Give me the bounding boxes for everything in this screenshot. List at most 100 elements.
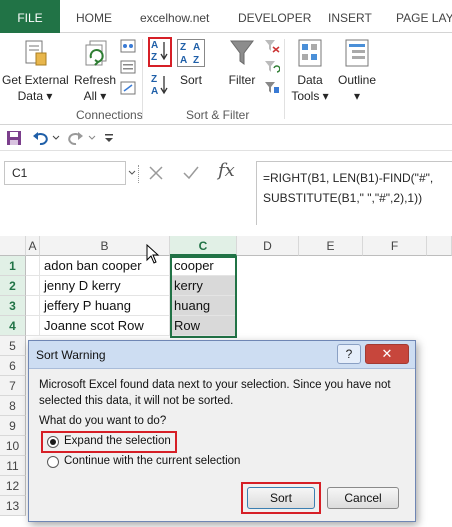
- cell-b2[interactable]: jenny D kerry: [40, 276, 170, 296]
- quick-access-toolbar: [0, 125, 452, 151]
- column-header-d[interactable]: D: [237, 236, 299, 256]
- formula-bar: C1 fx =RIGHT(B1, LEN(B1)-FIND("#", SUBST…: [0, 151, 452, 231]
- tab-file[interactable]: FILE: [0, 0, 60, 33]
- radio-continue[interactable]: [47, 456, 59, 468]
- sort-warning-dialog: Sort Warning ? ✕ Microsoft Excel found d…: [28, 340, 416, 522]
- cell-a1[interactable]: [26, 256, 40, 276]
- radio-selected-dot: [50, 439, 56, 445]
- advanced-filter-icon[interactable]: [264, 81, 280, 95]
- data-tools-label-1: Data: [297, 73, 323, 87]
- tab-excelhow[interactable]: excelhow.net: [140, 0, 209, 33]
- row-header-11[interactable]: 11: [0, 456, 26, 476]
- row-header-12[interactable]: 12: [0, 476, 26, 496]
- tab-home[interactable]: HOME: [76, 0, 112, 33]
- data-tools-label-2: Tools ▾: [291, 89, 329, 103]
- dialog-question: What do you want to do?: [39, 415, 167, 427]
- row-header-4[interactable]: 4: [0, 316, 26, 336]
- data-tools-button[interactable]: Data Tools ▾: [290, 37, 330, 105]
- sort-grid-letter: A: [180, 55, 188, 66]
- outline-button[interactable]: Outline ▾: [334, 37, 380, 105]
- dialog-title: Sort Warning: [36, 348, 106, 362]
- outline-icon: [345, 39, 369, 67]
- dialog-title-bar[interactable]: Sort Warning ? ✕: [29, 341, 415, 369]
- sort-ascending-button[interactable]: A Z: [150, 39, 170, 63]
- connections-group-label: Connections: [76, 108, 143, 122]
- customize-qat-icon[interactable]: [104, 132, 114, 144]
- cell-b4[interactable]: Joanne scot Row: [40, 316, 170, 336]
- formula-bar-grip[interactable]: [138, 165, 140, 183]
- option-continue-label: Continue with the current selection: [64, 455, 241, 467]
- cell-c2[interactable]: kerry: [170, 276, 237, 296]
- outline-label-2: ▾: [353, 89, 361, 103]
- row-header-6[interactable]: 6: [0, 356, 26, 376]
- properties-icon[interactable]: [120, 60, 136, 74]
- row-header-2[interactable]: 2: [0, 276, 26, 296]
- insert-function-icon[interactable]: fx: [218, 160, 235, 181]
- help-button[interactable]: ?: [337, 344, 361, 364]
- cell-a3[interactable]: [26, 296, 40, 316]
- sort-button[interactable]: Sort: [247, 487, 315, 509]
- filter-button[interactable]: Filter: [224, 37, 260, 105]
- name-box-dropdown-icon[interactable]: [128, 170, 136, 176]
- cancel-icon[interactable]: [148, 165, 164, 181]
- redo-dropdown-icon[interactable]: [88, 135, 96, 141]
- sort-label: Sort: [179, 73, 202, 87]
- group-separator: [284, 39, 285, 119]
- cell-a4[interactable]: [26, 316, 40, 336]
- cell-c1[interactable]: cooper: [170, 256, 237, 276]
- row-header-7[interactable]: 7: [0, 376, 26, 396]
- cell-b3[interactable]: jeffery P huang: [40, 296, 170, 316]
- tab-developer[interactable]: DEVELOPER: [238, 0, 311, 33]
- undo-icon[interactable]: [32, 130, 50, 146]
- row-header-8[interactable]: 8: [0, 396, 26, 416]
- column-header-e[interactable]: E: [299, 236, 363, 256]
- redo-icon[interactable]: [66, 130, 84, 146]
- data-tools-icon: [298, 39, 322, 67]
- sort-descending-button[interactable]: Z A: [150, 73, 170, 97]
- connections-icon[interactable]: [120, 39, 136, 53]
- row-header-10[interactable]: 10: [0, 436, 26, 456]
- sort-asc-letter-z: Z: [151, 52, 158, 63]
- column-header-a[interactable]: A: [26, 236, 40, 256]
- row-header-5[interactable]: 5: [0, 336, 26, 356]
- reapply-filter-icon[interactable]: [264, 60, 280, 74]
- cell-c4[interactable]: Row: [170, 316, 237, 336]
- undo-dropdown-icon[interactable]: [52, 135, 60, 141]
- sort-down-arrow-icon: [160, 42, 168, 61]
- close-button[interactable]: ✕: [365, 344, 409, 364]
- sort-grid-icon: Z A A Z: [177, 39, 205, 67]
- column-header-next[interactable]: [427, 236, 452, 256]
- sort-down-arrow-icon: [160, 76, 168, 95]
- formula-input[interactable]: =RIGHT(B1, LEN(B1)-FIND("#", SUBSTITUTE(…: [256, 161, 452, 225]
- cell-a2[interactable]: [26, 276, 40, 296]
- group-separator: [142, 39, 143, 119]
- column-header-f[interactable]: F: [363, 236, 427, 256]
- select-all-corner[interactable]: [0, 236, 26, 256]
- name-box[interactable]: C1: [4, 161, 126, 185]
- refresh-all-button[interactable]: Refresh All ▾: [72, 37, 118, 105]
- get-external-data-label-2: Data ▾: [17, 89, 53, 103]
- get-external-data-button[interactable]: Get External Data ▾: [2, 37, 69, 105]
- sort-grid-letter: Z: [193, 55, 200, 66]
- edit-links-icon[interactable]: [120, 81, 136, 95]
- tab-page-layout[interactable]: PAGE LAYO: [396, 0, 452, 33]
- radio-expand[interactable]: [47, 436, 59, 448]
- ribbon: Get External Data ▾ Refresh All ▾ Connec…: [0, 33, 452, 125]
- enter-checkmark-icon[interactable]: [182, 165, 200, 181]
- filter-label: Filter: [228, 73, 256, 87]
- row-header-1[interactable]: 1: [0, 256, 26, 276]
- formula-line-1: =RIGHT(B1, LEN(B1)-FIND("#",: [263, 171, 434, 185]
- row-header-9[interactable]: 9: [0, 416, 26, 436]
- column-header-c[interactable]: C: [170, 236, 237, 256]
- cell-c3[interactable]: huang: [170, 296, 237, 316]
- filter-funnel-icon: [230, 40, 254, 65]
- save-icon[interactable]: [6, 130, 22, 146]
- cancel-button[interactable]: Cancel: [327, 487, 399, 509]
- sort-dialog-button[interactable]: Z A A Z Sort: [176, 37, 206, 105]
- refresh-label-1: Refresh: [73, 73, 117, 87]
- clear-filter-icon[interactable]: [264, 39, 280, 53]
- row-header-13[interactable]: 13: [0, 496, 26, 516]
- row-header-3[interactable]: 3: [0, 296, 26, 316]
- mouse-pointer-icon: [146, 244, 160, 264]
- tab-insert[interactable]: INSERT: [328, 0, 372, 33]
